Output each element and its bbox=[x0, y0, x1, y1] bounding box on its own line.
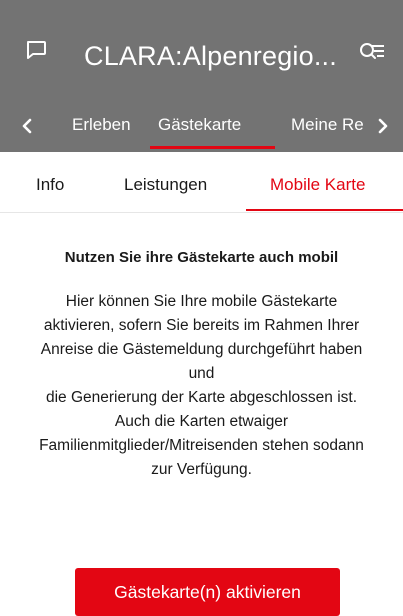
app-bar: CLARA:Alpenregio... bbox=[0, 0, 403, 104]
chevron-left-icon[interactable] bbox=[12, 104, 42, 148]
chat-bubble-icon[interactable] bbox=[22, 36, 50, 64]
section-tabs: Erleben Gästekarte Meine Re bbox=[0, 104, 403, 152]
subtab-mobile-karte[interactable]: Mobile Karte bbox=[270, 174, 365, 196]
content-body: Hier können Sie Ihre mobile Gästekarte a… bbox=[0, 290, 403, 482]
body-line: aktivieren, sofern Sie bereits im Rahmen… bbox=[43, 317, 360, 334]
body-line: Auch die Karten etwaiger bbox=[114, 413, 289, 430]
subtab-leistungen[interactable]: Leistungen bbox=[124, 174, 207, 196]
subtab-info[interactable]: Info bbox=[36, 174, 64, 196]
chevron-right-icon[interactable] bbox=[368, 104, 398, 148]
tab-meine-reise[interactable]: Meine Re bbox=[291, 114, 363, 136]
body-line: die Generierung der Karte abgeschlossen … bbox=[45, 389, 358, 406]
tab-erleben[interactable]: Erleben bbox=[72, 114, 131, 136]
body-line: zur Verfügung. bbox=[151, 461, 252, 478]
content-heading: Nutzen Sie ihre Gästekarte auch mobil bbox=[64, 249, 339, 266]
search-menu-icon[interactable] bbox=[357, 38, 387, 66]
tab-gaestekarte[interactable]: Gästekarte bbox=[158, 114, 241, 136]
subtabs: Info Leistungen Mobile Karte bbox=[0, 152, 403, 213]
app-title: CLARA:Alpenregio... bbox=[84, 41, 337, 71]
active-tab-indicator bbox=[150, 146, 275, 149]
body-line: Hier können Sie Ihre mobile Gästekarte bbox=[65, 293, 338, 310]
activate-guest-card-button[interactable]: Gästekarte(n) aktivieren bbox=[75, 568, 340, 616]
body-line: Familienmitglieder/Mitreisenden stehen s… bbox=[39, 437, 364, 454]
body-line: und bbox=[188, 365, 215, 382]
active-subtab-indicator bbox=[246, 209, 403, 211]
body-line: Anreise die Gästemeldung durchgeführt ha… bbox=[40, 341, 363, 358]
